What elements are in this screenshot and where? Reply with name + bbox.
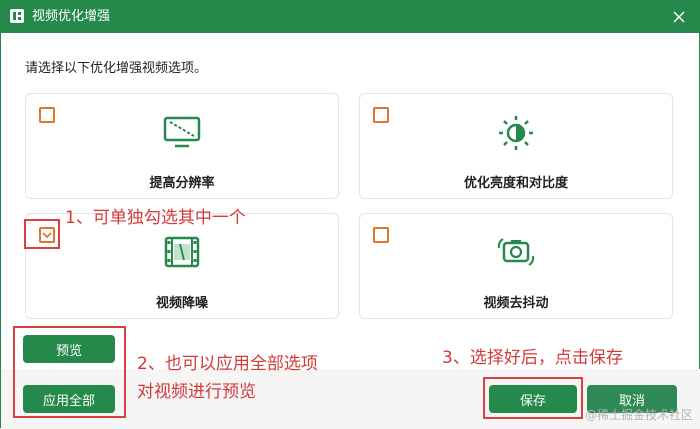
option-label-resolution: 提高分辨率 xyxy=(149,176,215,191)
option-card-stabilize[interactable]: 视频去抖动 xyxy=(359,213,673,319)
option-card-resolution[interactable]: 提高分辨率 xyxy=(25,93,339,199)
option-label-stabilize: 视频去抖动 xyxy=(483,296,549,311)
close-button[interactable] xyxy=(657,1,700,33)
app-logo-icon xyxy=(10,9,24,23)
option-checkbox-brightness[interactable] xyxy=(373,107,389,123)
option-card-brightness[interactable]: 优化亮度和对比度 xyxy=(359,93,673,199)
option-label-denoise: 视频降噪 xyxy=(155,296,208,311)
monitor-icon xyxy=(163,116,201,148)
instruction-text: 请选择以下优化增强视频选项。 xyxy=(25,61,208,76)
highlight-save xyxy=(483,377,583,419)
watermark: @稀土掘金技术社区 xyxy=(584,408,693,422)
annotation-step-2-line-2: 对视频进行预览 xyxy=(137,382,256,402)
option-checkbox-stabilize[interactable] xyxy=(373,227,389,243)
option-checkbox-resolution[interactable] xyxy=(39,107,55,123)
close-icon xyxy=(673,11,685,23)
window-title: 视频优化增强 xyxy=(32,9,111,24)
brightness-icon xyxy=(499,116,533,150)
highlight-preview-apply xyxy=(13,326,126,418)
film-icon xyxy=(164,236,200,268)
option-label-brightness: 优化亮度和对比度 xyxy=(463,176,568,191)
annotation-step-1: 1、可单独勾选其中一个 xyxy=(65,208,246,228)
video-enhance-dialog: 视频优化增强 请选择以下优化增强视频选项。 提高分辨率 优化亮度和对比度 视频降… xyxy=(0,0,700,429)
annotation-step-3: 3、选择好后，点击保存 xyxy=(442,348,623,368)
highlight-checkbox xyxy=(24,219,60,249)
title-bar: 视频优化增强 xyxy=(1,1,700,33)
annotation-step-2-line-1: 2、也可以应用全部选项 xyxy=(137,354,318,374)
camera-stabilize-icon xyxy=(497,238,535,266)
